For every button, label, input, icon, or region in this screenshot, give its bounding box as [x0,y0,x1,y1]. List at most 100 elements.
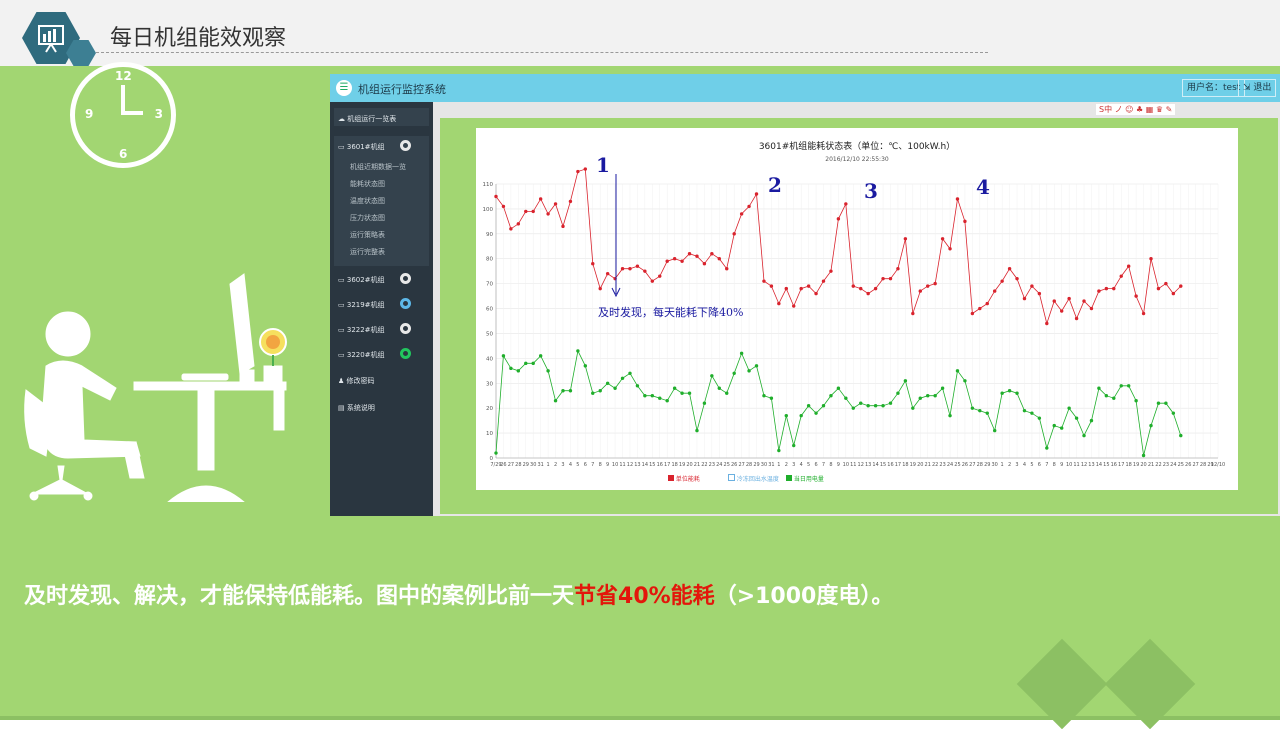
series-point-2 [687,391,692,395]
sidebar-item-change-password[interactable]: ♟ 修改密码 [338,376,375,386]
x-tick-label: 26 [731,462,737,468]
series-point-0 [1126,264,1131,268]
series-point-0 [859,286,863,291]
series-point-2 [844,396,848,400]
series-point-2 [866,403,870,408]
x-tick-label: 23 [709,462,715,468]
x-tick-label: 12 [1081,462,1087,468]
x-tick-label: 9 [837,462,840,468]
sidebar-item-3602[interactable]: ▭ 3602#机组 [338,275,385,285]
series-point-0 [970,311,975,316]
series-point-0 [1104,286,1109,291]
x-tick-label: 6 [814,462,817,468]
y-tick-label: 40 [486,356,493,362]
legend-label-water-temp: 冷冻回出水温度 [736,476,779,483]
series-point-0 [1045,321,1049,326]
y-tick-label: 20 [486,406,493,412]
sidebar-sub-strategy[interactable]: 运行策略表 [350,230,385,240]
x-tick-label: 13 [865,462,871,468]
user-name-button[interactable]: 用户名：test [1182,79,1246,97]
annotation-note: 及时发现，每天能耗下降40% [598,305,743,319]
sidebar-sub-recent-data[interactable]: 机组近期数据一览 [350,162,406,172]
x-tick-label: 26 [962,462,968,468]
sidebar-item-manual[interactable]: ▤ 系统说明 [338,403,375,413]
office-worker-illustration [24,273,287,502]
series-point-2 [792,443,796,448]
x-tick-label: 14 [872,462,878,468]
sidebar-item-3220[interactable]: ▭ 3220#机组 [338,350,385,360]
series-point-0 [1149,257,1153,261]
sidebar-3601-label: 3601#机组 [346,143,385,151]
input-method-toolbar[interactable]: S中 ノ ☺ ♣ ▦ ♛ ✎ [1096,104,1176,115]
series-point-2 [1104,394,1109,398]
legend-item-power[interactable]: 当日用电量 [786,474,824,483]
series-point-0 [955,197,960,201]
x-tick-label: 14 [642,462,648,468]
x-tick-label: 21 [925,462,931,468]
x-tick-label: 10 [612,462,618,468]
series-point-0 [695,254,699,258]
series-point-2 [509,366,513,371]
series-point-2 [747,369,751,373]
series-point-0 [531,209,535,214]
x-tick-label: 31 [768,462,774,468]
series-point-0 [792,304,796,308]
x-tick-label: 27 [1192,462,1198,468]
sidebar-item-3222[interactable]: ▭ 3222#机组 [338,325,385,335]
x-tick-label: 9 [1060,462,1063,468]
x-tick-label: 26 [500,462,506,468]
laptop-icon: ▭ [338,276,345,284]
user-icon: ♟ [338,377,345,385]
y-tick-label: 60 [486,307,493,313]
series-point-2 [762,394,766,398]
menu-icon[interactable]: ☰ [336,80,352,96]
series-point-0 [732,232,736,236]
x-tick-label: 14 [1096,462,1102,468]
x-tick-label: 29 [523,462,529,468]
series-point-2 [963,379,967,383]
logout-button[interactable]: ⇲ 退出 [1238,79,1277,97]
x-tick-label: 18 [671,462,677,468]
x-tick-label: 7 [822,462,825,468]
series-point-2 [836,386,841,390]
series-point-0 [509,227,513,231]
sidebar-sub-energy[interactable]: 能耗状态图 [350,179,385,189]
series-point-0 [591,262,595,266]
app-header: ☰ 机组运行监控系统 用户名：test ⇲ 退出 [330,74,1280,102]
y-tick-label: 110 [483,182,494,188]
x-tick-label: 19 [1133,462,1139,468]
series-point-2 [635,384,640,388]
series-point-0 [1089,306,1094,311]
x-tick-label: 16 [657,462,663,468]
series-point-2 [806,403,811,408]
series-point-0 [844,202,848,206]
sidebar-sub-pressure[interactable]: 压力状态图 [350,213,385,223]
series-point-2 [1037,416,1042,420]
series-point-0 [1112,286,1116,291]
x-tick-label: 3 [561,462,564,468]
annotation-1: 1 [596,153,610,177]
series-point-2 [583,364,588,368]
legend-item-energy[interactable]: 单位能耗 [668,474,700,483]
series-point-2 [1000,391,1004,395]
sidebar-item-3219[interactable]: ▭ 3219#机组 [338,300,385,310]
series-point-2 [993,428,997,433]
legend-item-water-temp[interactable]: 冷冻回出水温度 [728,474,779,483]
logout-icon: ⇲ [1243,83,1251,93]
series-point-2 [665,399,669,403]
sidebar-item-overview[interactable]: ☁ 机组运行一览表 [338,114,396,124]
x-tick-label: 27 [508,462,514,468]
sidebar-sub-temperature[interactable]: 温度状态图 [350,196,385,206]
series-point-0 [658,274,662,278]
sidebar-item-3601[interactable]: ▭ 3601#机组 [338,142,385,152]
x-tick-label: 25 [1178,462,1184,468]
x-tick-label: 5 [576,462,579,468]
x-tick-label: 1 [547,462,550,468]
x-tick-label: 28 [515,462,521,468]
series-point-0 [1037,291,1042,296]
app-title: 机组运行监控系统 [358,83,446,96]
series-point-0 [1015,276,1019,281]
series-point-0 [1141,311,1146,316]
sidebar-sub-full-table[interactable]: 运行完整表 [350,247,385,257]
series-point-2 [620,376,625,380]
